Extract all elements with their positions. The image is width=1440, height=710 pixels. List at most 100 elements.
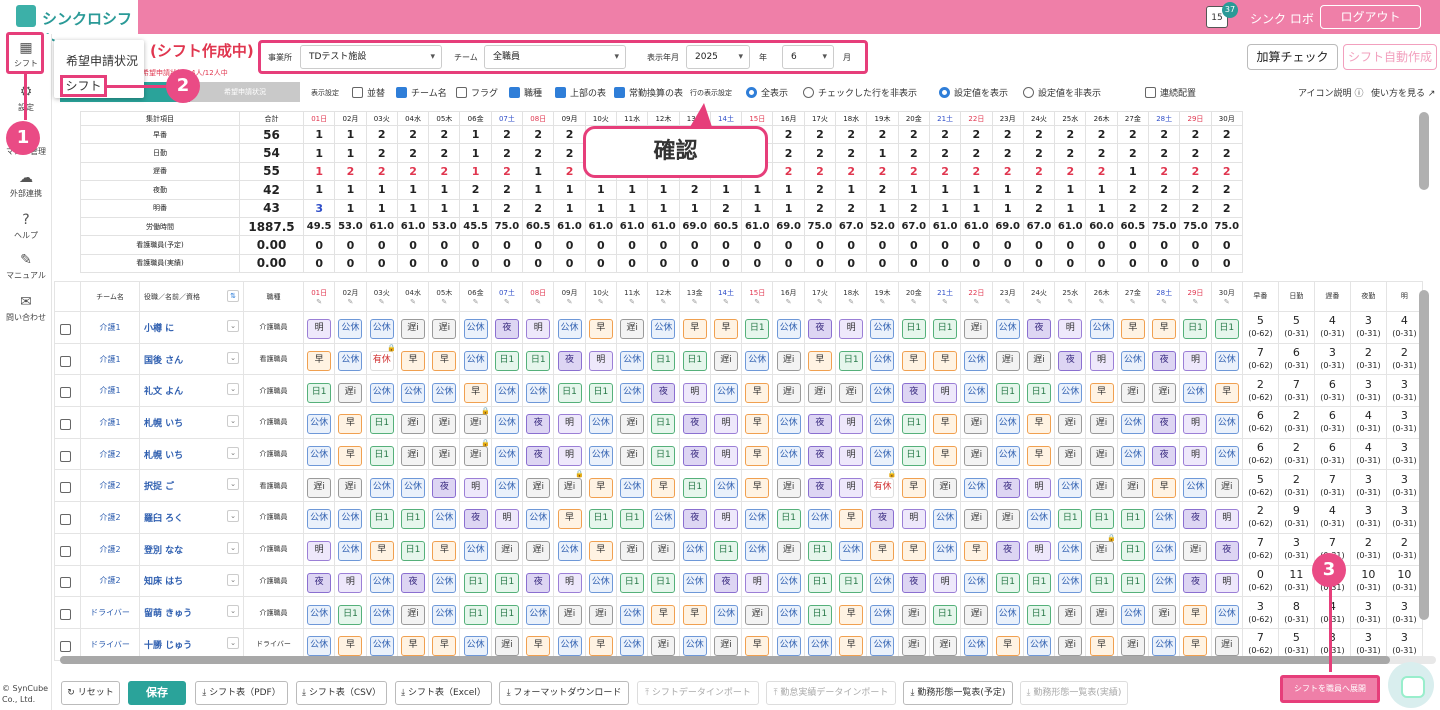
shift-chip[interactable]: 早 — [1089, 382, 1114, 403]
shift-chip[interactable]: 公休 — [620, 477, 645, 498]
shift-cell[interactable]: 遅i — [1085, 596, 1118, 629]
shift-chip[interactable]: 公休 — [494, 446, 519, 467]
shift-chip[interactable]: 公休 — [995, 414, 1020, 435]
shift-cell[interactable]: 夜 — [866, 501, 899, 534]
auto-create-button[interactable]: シフト自動作成 — [1343, 44, 1437, 70]
shift-chip[interactable]: 明 — [1214, 572, 1239, 593]
shift-chip[interactable]: 早 — [933, 414, 958, 435]
shift-chip[interactable]: 遅i — [1058, 604, 1083, 625]
shift-cell[interactable]: 明 — [459, 469, 492, 503]
shift-cell[interactable]: 夜 — [991, 469, 1024, 503]
shift-chip[interactable]: 日1 — [1120, 572, 1145, 593]
shift-chip[interactable]: 夜 — [901, 572, 926, 593]
shift-chip[interactable]: 公休 — [307, 446, 332, 467]
shift-chip[interactable]: 遅i — [620, 414, 645, 435]
chevron-down-icon[interactable]: ⌄ — [227, 320, 239, 332]
shift-cell[interactable]: 明 — [1022, 469, 1056, 503]
shift-cell[interactable]: 日1 — [1022, 564, 1056, 598]
shift-chip[interactable]: 遅i — [1058, 636, 1083, 657]
shift-cell[interactable]: 夜 — [1179, 564, 1212, 598]
shift-cell[interactable]: 公休 — [1054, 469, 1087, 503]
shift-chip[interactable]: 日1 — [620, 572, 645, 593]
shift-chip[interactable]: 公休 — [494, 477, 519, 498]
shift-chip[interactable]: 明 — [745, 572, 770, 593]
shift-chip[interactable]: 早 — [995, 636, 1020, 657]
shift-cell[interactable]: 明 — [1085, 342, 1118, 376]
shift-chip[interactable]: 公休 — [307, 509, 332, 530]
grid-day-header[interactable]: 29日 ✎ — [1179, 281, 1212, 312]
shift-chip[interactable]: 日1 — [1026, 604, 1051, 625]
shift-cell[interactable]: 公休 — [459, 311, 492, 344]
shift-chip[interactable]: 明 — [933, 572, 958, 593]
shift-chip[interactable]: 日1 — [807, 572, 832, 593]
shift-cell[interactable]: 早 — [866, 532, 899, 566]
option-flag[interactable]: フラグ — [456, 86, 498, 99]
shift-cell[interactable]: 夜 — [1022, 311, 1056, 344]
shift-chip[interactable]: 公休 — [807, 636, 832, 657]
shift-chip[interactable]: 明 — [839, 446, 864, 467]
row-checkbox[interactable] — [60, 355, 71, 367]
shift-chip[interactable]: 早 — [682, 319, 707, 340]
shift-cell[interactable]: 公休 — [615, 374, 649, 408]
shift-cell[interactable]: 明 — [584, 342, 617, 376]
shift-chip[interactable]: 公休 — [776, 446, 801, 467]
shift-cell[interactable]: 公休 — [866, 596, 899, 629]
shift-chip[interactable]: 公休 — [1152, 636, 1177, 657]
sidebar-item-integration[interactable]: ☁ 外部連携 — [0, 166, 52, 206]
month-select[interactable]: 6 — [782, 45, 834, 69]
shift-chip[interactable]: 公休 — [526, 509, 551, 530]
shift-chip[interactable]: 公休 — [1058, 541, 1083, 562]
shift-cell[interactable]: 遅i — [1054, 596, 1087, 629]
shift-chip[interactable]: 早 — [338, 414, 363, 435]
shift-chip[interactable]: 公休 — [463, 541, 488, 562]
shift-chip[interactable]: 公休 — [526, 604, 551, 625]
shift-chip[interactable]: 早 — [651, 604, 676, 625]
shift-chip[interactable]: 公休 — [776, 636, 801, 657]
shift-cell[interactable]: 遅i — [772, 469, 805, 503]
chevron-down-icon[interactable]: ⌄ — [227, 351, 239, 364]
shift-cell[interactable]: 遅i — [428, 406, 461, 439]
shift-cell[interactable]: 公休 — [772, 564, 805, 598]
shift-chip[interactable]: 公休 — [369, 382, 394, 403]
shift-chip[interactable]: 公休 — [1120, 446, 1145, 467]
shift-chip[interactable]: 早 — [901, 351, 926, 372]
shift-cell[interactable]: 日1 — [647, 342, 680, 376]
shift-cell[interactable]: 遅i — [1179, 532, 1212, 566]
shift-cell[interactable]: 日1 — [1022, 596, 1056, 629]
shift-cell[interactable]: 公休 — [396, 469, 430, 503]
shift-cell[interactable]: 早 — [584, 469, 617, 503]
shift-cell[interactable]: 早 — [584, 532, 617, 566]
shift-chip[interactable]: 公休 — [870, 446, 895, 467]
shift-chip[interactable]: 公休 — [1026, 509, 1051, 530]
shift-chip[interactable]: 公休 — [494, 382, 519, 403]
shift-cell[interactable]: 遅i — [1085, 437, 1118, 471]
shift-cell[interactable]: 公休 — [960, 342, 993, 376]
shift-cell[interactable]: 公休 — [866, 311, 899, 344]
shift-chip[interactable]: 遅i — [901, 604, 926, 625]
row-checkbox[interactable] — [60, 545, 71, 557]
shift-cell[interactable]: 日1 — [928, 311, 962, 344]
shift-chip[interactable]: 公休 — [620, 382, 645, 403]
shift-chip[interactable]: 遅i — [964, 446, 989, 467]
shift-cell[interactable]: 遅i — [396, 437, 430, 471]
shift-cell[interactable]: 公休 — [334, 342, 367, 376]
shift-chip[interactable]: 早 — [588, 541, 613, 562]
shift-cell[interactable]: 公休 — [647, 501, 680, 534]
shift-chip[interactable]: 遅i — [463, 446, 488, 467]
grid-day-header[interactable]: 03火 ✎ — [365, 281, 398, 312]
shift-chip[interactable]: 明 — [1058, 319, 1083, 340]
shift-cell[interactable]: 公休 — [772, 406, 805, 439]
shift-chip[interactable]: 遅i — [432, 414, 457, 435]
shift-chip[interactable]: 夜 — [432, 477, 457, 498]
shift-cell[interactable]: 公休 — [960, 469, 993, 503]
shift-chip[interactable]: 早 — [901, 477, 926, 498]
shift-cell[interactable]: 公休 — [866, 374, 899, 408]
shift-cell[interactable]: 日1 — [803, 596, 837, 629]
attendance-import-button[interactable]: ⤒ 勤怠実績データインポート — [766, 681, 896, 705]
shift-cell[interactable]: 日1 — [803, 564, 837, 598]
shift-cell[interactable]: 遅i — [835, 374, 868, 408]
shift-chip[interactable]: 早 — [432, 351, 457, 372]
shift-cell[interactable]: 早 — [1022, 437, 1056, 471]
shift-chip[interactable]: 早 — [369, 541, 394, 562]
shift-chip[interactable]: 公休 — [369, 636, 394, 657]
